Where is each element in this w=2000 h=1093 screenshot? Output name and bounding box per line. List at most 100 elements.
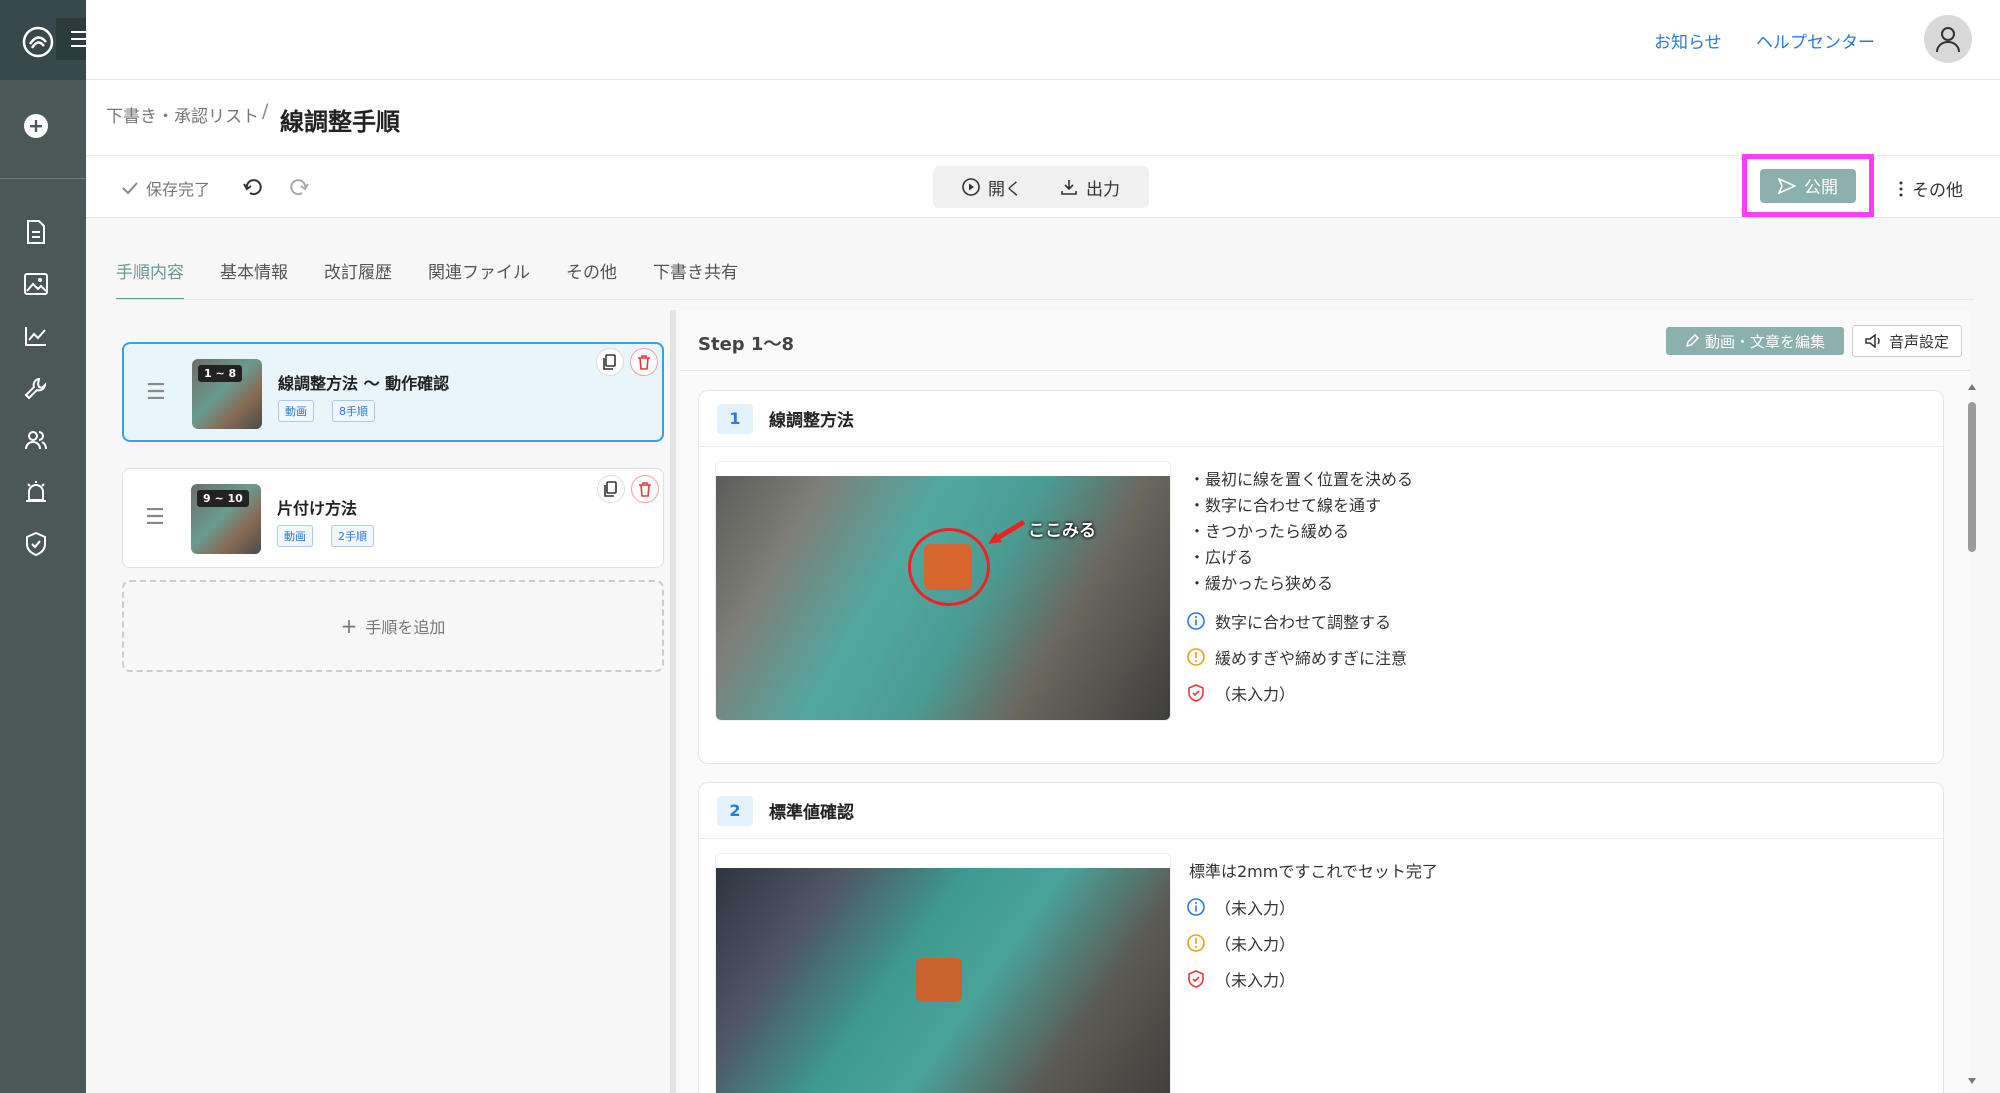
info-text: （未入力）: [1215, 899, 1296, 918]
step-name: 標準値確認: [769, 803, 854, 823]
step-description: 標準は2mmですこれでセット完了: [1189, 859, 1438, 885]
top-bar: お知らせ ヘルプセンター: [86, 0, 2000, 80]
redo-icon[interactable]: [288, 175, 310, 197]
info-icon: [1187, 612, 1205, 630]
tab-draft-share[interactable]: 下書き共有: [653, 258, 738, 300]
publish-button[interactable]: 公開: [1760, 168, 1856, 203]
alarm-icon[interactable]: [23, 479, 49, 505]
video-frame: [716, 868, 1170, 1093]
video-frame: ここみる: [716, 476, 1170, 720]
counter-device: [916, 958, 962, 1002]
app-logo-icon[interactable]: [20, 24, 56, 60]
view-actions-group: 開く 出力: [933, 166, 1149, 208]
tab-revision-history[interactable]: 改訂履歴: [324, 258, 392, 300]
tab-other[interactable]: その他: [566, 258, 617, 300]
play-circle-icon: [962, 178, 980, 196]
check-icon: [122, 182, 138, 195]
save-status-label: 保存完了: [146, 180, 211, 199]
step-count-tag: 8手順: [332, 400, 375, 422]
audio-settings-label: 音声設定: [1888, 332, 1949, 351]
copy-icon[interactable]: [597, 475, 625, 503]
sidebar-divider: [0, 178, 86, 179]
step-card[interactable]: ☰ 1 ~ 8 線調整方法 ～ 動作確認 動画 8手順: [122, 342, 664, 442]
drag-handle-icon[interactable]: ☰: [146, 380, 166, 405]
user-avatar[interactable]: [1924, 15, 1972, 63]
info-row: 数字に合わせて調整する: [1187, 609, 1391, 633]
safety-text: （未入力）: [1215, 971, 1296, 990]
add-step-button[interactable]: + 手順を追加: [122, 580, 664, 672]
description-line: ・きつかったら緩める: [1189, 522, 1350, 541]
tab-procedure-content[interactable]: 手順内容: [116, 258, 184, 300]
step-video[interactable]: ここみる: [715, 461, 1171, 721]
image-icon[interactable]: [23, 271, 49, 297]
pane-splitter[interactable]: [670, 310, 676, 1093]
scrollbar-thumb[interactable]: [1968, 402, 1976, 552]
vertical-dots-icon: [1899, 181, 1903, 196]
step-card-title: 片付け方法: [277, 499, 358, 518]
step-header: 1 線調整方法: [699, 391, 1943, 447]
video-tag: 動画: [278, 400, 314, 422]
breadcrumb-parent-link[interactable]: 下書き・承認リスト: [106, 102, 259, 127]
open-button-label: 開く: [988, 179, 1022, 200]
undo-icon[interactable]: [242, 175, 264, 197]
pencil-icon: [1685, 334, 1699, 348]
sidebar: [0, 0, 106, 1093]
tab-related-files[interactable]: 関連ファイル: [428, 258, 530, 300]
user-icon: [1936, 27, 1960, 53]
document-icon[interactable]: [23, 219, 49, 245]
save-status: 保存完了: [122, 176, 210, 200]
safety-row: （未入力）: [1187, 681, 1295, 705]
open-button[interactable]: 開く: [962, 175, 1022, 200]
publish-highlight: 公開: [1742, 154, 1874, 217]
help-center-link[interactable]: ヘルプセンター: [1756, 28, 1875, 53]
wrench-icon[interactable]: [23, 375, 49, 401]
caution-row: （未入力）: [1187, 931, 1295, 955]
publish-button-label: 公開: [1804, 178, 1838, 198]
safety-text: （未入力）: [1215, 685, 1296, 704]
step-card[interactable]: ☰ 9 ~ 10 片付け方法 動画 2手順: [122, 468, 664, 568]
copy-icon[interactable]: [596, 348, 624, 376]
step-block: 1 線調整方法 ここみる ・最初に線を置く位置を決める ・数字に合わせて線を通す…: [698, 390, 1944, 764]
tab-basic-info[interactable]: 基本情報: [220, 258, 288, 300]
step-number: 2: [717, 795, 753, 826]
tabs-divider: [116, 299, 1974, 300]
more-menu-button[interactable]: その他: [1898, 176, 1963, 201]
step-thumbnail: 9 ~ 10: [191, 484, 261, 554]
shield-icon[interactable]: [23, 531, 49, 557]
caution-row: 緩めすぎや締めすぎに注意: [1187, 645, 1407, 669]
step-video[interactable]: [715, 853, 1171, 1093]
step-block: 2 標準値確認 標準は2mmですこれでセット完了 （未入力） （未入力） （未入…: [698, 782, 1944, 1093]
step-thumbnail: 1 ~ 8: [192, 359, 262, 429]
caution-text: （未入力）: [1215, 935, 1296, 954]
scroll-down-icon[interactable]: [1968, 1078, 1976, 1084]
chart-icon[interactable]: [23, 323, 49, 349]
description-line: ・最初に線を置く位置を決める: [1189, 470, 1414, 489]
toolbar: 保存完了 開く 出力 公開 その他: [86, 154, 2000, 218]
description-line: 標準は2mmですこれでセット完了: [1189, 862, 1438, 881]
users-icon[interactable]: [23, 427, 49, 453]
counter-device: [924, 544, 972, 590]
create-new-icon[interactable]: [23, 113, 49, 139]
audio-settings-button[interactable]: 音声設定: [1852, 325, 1962, 357]
scroll-up-icon[interactable]: [1968, 384, 1976, 390]
download-icon: [1061, 180, 1077, 195]
edit-video-text-button[interactable]: 動画・文章を編集: [1666, 327, 1844, 355]
step-description: ・最初に線を置く位置を決める ・数字に合わせて線を通す ・きつかったら緩める ・…: [1189, 467, 1413, 597]
step-range-badge: 9 ~ 10: [197, 490, 249, 507]
export-button[interactable]: 出力: [1060, 175, 1120, 200]
info-row: （未入力）: [1187, 895, 1295, 919]
video-caption: ここみる: [1028, 521, 1096, 541]
drag-handle-icon[interactable]: ☰: [145, 505, 165, 530]
trash-icon[interactable]: [631, 475, 659, 503]
description-line: ・緩かったら狭める: [1189, 574, 1334, 593]
step-range-title: Step 1〜8: [698, 334, 794, 355]
send-icon: [1778, 177, 1796, 194]
step-header: 2 標準値確認: [699, 783, 1943, 839]
safety-row: （未入力）: [1187, 967, 1295, 991]
scrollbar[interactable]: [1965, 382, 1979, 1093]
step-name: 線調整方法: [769, 411, 854, 431]
pane-divider: [680, 370, 1970, 371]
trash-icon[interactable]: [630, 348, 658, 376]
notices-link[interactable]: お知らせ: [1654, 28, 1722, 53]
page-title: 線調整手順: [280, 108, 400, 136]
